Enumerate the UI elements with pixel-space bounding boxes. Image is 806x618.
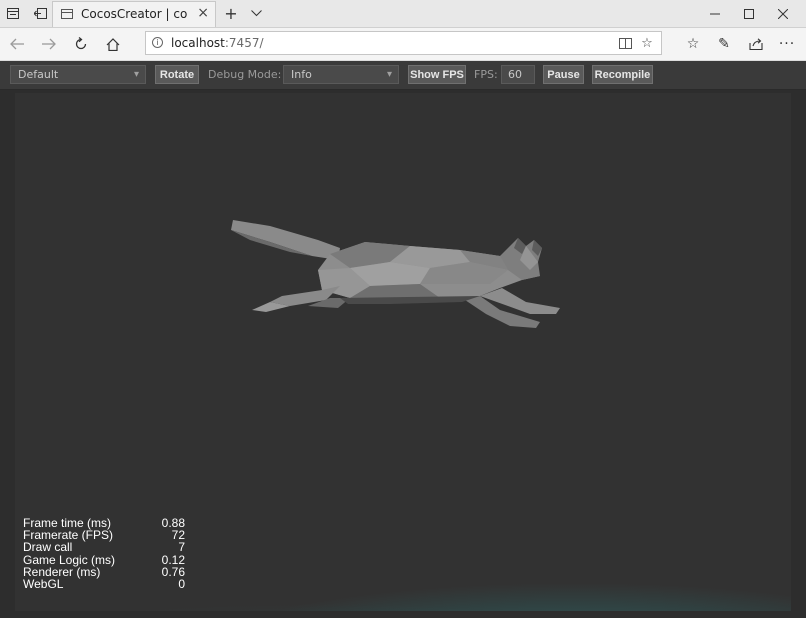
profiler-stats: Frame time (ms) 0.88 Framerate (FPS) 72 … [23, 517, 193, 590]
refresh-icon[interactable] [68, 32, 94, 56]
home-icon[interactable] [100, 32, 126, 56]
page-icon [61, 9, 73, 19]
show-fps-button[interactable]: Show FPS [408, 65, 466, 84]
plus-icon[interactable]: + [218, 0, 244, 27]
stat-row: Draw call 7 [23, 541, 193, 553]
stat-value: 0.12 [161, 552, 185, 567]
share-icon[interactable] [743, 32, 769, 56]
address-bar[interactable]: i localhost:7457/ ☆ [145, 31, 662, 55]
star-icon[interactable]: ☆ [637, 34, 657, 52]
debug-mode-label: Debug Mode: [208, 68, 282, 81]
rotate-button[interactable]: Rotate [155, 65, 199, 84]
book-icon[interactable] [615, 34, 635, 52]
maximize-icon[interactable] [734, 0, 764, 27]
low-poly-cat-model [231, 220, 560, 328]
tab-bar: CocosCreator | cocos-cr × + [0, 0, 806, 28]
scene-select-value: Default [18, 68, 59, 81]
address-url[interactable]: localhost:7457/ [171, 36, 264, 50]
star-list-icon[interactable]: ☆ [680, 32, 706, 56]
pen-icon[interactable]: ✎ [711, 32, 737, 56]
tab-title: CocosCreator | cocos-cr [81, 7, 187, 21]
debug-mode-value: Info [291, 68, 312, 81]
stat-label: WebGL [23, 576, 64, 591]
fps-label: FPS: [474, 68, 498, 81]
scene-select[interactable]: Default ▾ [10, 65, 146, 84]
close-icon[interactable] [768, 0, 798, 27]
debug-mode-select[interactable]: Info ▾ [283, 65, 399, 84]
more-icon[interactable]: ··· [774, 32, 800, 56]
fps-input[interactable]: 60 [501, 65, 535, 84]
arrow-left-icon[interactable] [4, 32, 30, 56]
chevron-down-icon: ▾ [386, 69, 392, 80]
stat-label: Game Logic (ms) [23, 552, 116, 567]
minimize-icon[interactable] [700, 0, 730, 27]
stat-value: 0 [178, 576, 185, 591]
game-canvas[interactable]: Frame time (ms) 0.88 Framerate (FPS) 72 … [15, 93, 791, 611]
stat-value: 7 [178, 540, 185, 555]
stat-row: WebGL 0 [23, 578, 193, 590]
close-tab-icon[interactable]: × [197, 5, 209, 21]
info-icon[interactable]: i [152, 37, 163, 48]
arrow-right-icon[interactable] [36, 32, 62, 56]
browser-tab[interactable]: CocosCreator | cocos-cr × [52, 1, 216, 27]
recompile-button[interactable]: Recompile [592, 65, 653, 84]
chevron-down-icon[interactable] [243, 0, 269, 27]
tabs-aside-icon[interactable] [0, 0, 26, 27]
preview-toolbar: Default ▾ Rotate Debug Mode: Info ▾ Show… [0, 61, 806, 90]
pause-button[interactable]: Pause [543, 65, 584, 84]
navigation-bar: i localhost:7457/ ☆ ☆ ✎ ··· [0, 28, 806, 61]
stat-label: Draw call [23, 540, 73, 555]
stat-row: Game Logic (ms) 0.12 [23, 552, 193, 567]
tab-back-icon[interactable] [27, 0, 53, 27]
chevron-down-icon: ▾ [133, 69, 139, 80]
